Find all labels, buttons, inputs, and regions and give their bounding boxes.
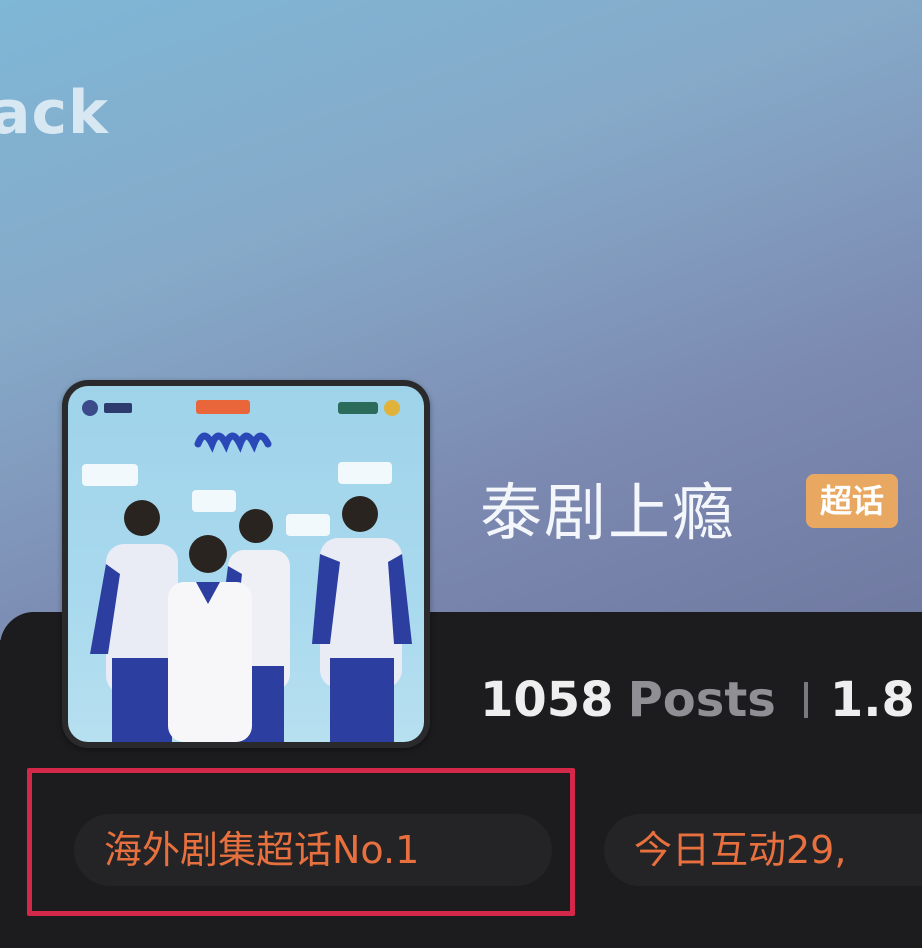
second-stat-count: 1.8 xyxy=(829,672,915,728)
stats-divider xyxy=(803,682,808,718)
poster-illustration xyxy=(82,400,412,742)
drama-poster-icon xyxy=(68,386,424,742)
topic-title: 泰剧上瘾 xyxy=(480,476,737,549)
topic-stats: 1058 Posts 1.8 xyxy=(480,672,915,728)
posts-count: 1058 xyxy=(480,672,614,728)
interaction-tag[interactable]: 今日互动29, xyxy=(604,814,922,886)
highlight-box xyxy=(27,768,575,916)
back-button[interactable]: ack xyxy=(0,78,109,148)
posts-label: Posts xyxy=(627,672,776,728)
super-topic-badge: 超话 xyxy=(806,474,899,528)
topic-cover[interactable] xyxy=(62,380,430,748)
